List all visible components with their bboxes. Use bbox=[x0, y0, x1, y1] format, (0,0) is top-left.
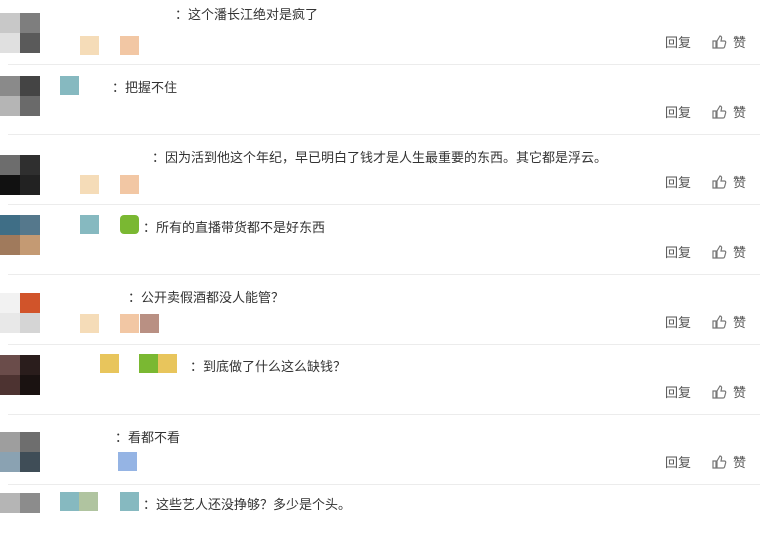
thumbs-up-icon bbox=[712, 314, 727, 329]
comment-text: ：把握不住 bbox=[112, 81, 178, 96]
avatar[interactable] bbox=[0, 215, 40, 255]
like-label: 赞 bbox=[732, 106, 746, 121]
avatar[interactable] bbox=[0, 155, 40, 195]
emoji bbox=[80, 36, 99, 55]
comment-actions: 回复 赞 bbox=[665, 102, 746, 121]
comment-text: ：所有的直播带货都不是好东西 bbox=[143, 221, 326, 236]
emoji bbox=[100, 354, 119, 373]
thumbs-up-icon bbox=[712, 104, 727, 119]
like-label: 赞 bbox=[732, 36, 746, 51]
like-button[interactable]: 赞 bbox=[711, 102, 746, 121]
emoji bbox=[80, 215, 99, 234]
comment-item: ：这些艺人还没挣够？多少是个头。 bbox=[0, 485, 768, 555]
comment-actions: 回复 赞 bbox=[665, 172, 746, 191]
like-label: 赞 bbox=[732, 456, 746, 471]
avatar[interactable] bbox=[0, 493, 40, 533]
emoji bbox=[60, 492, 79, 511]
like-button[interactable]: 赞 bbox=[711, 172, 746, 191]
like-button[interactable]: 赞 bbox=[711, 312, 746, 331]
emoji bbox=[60, 76, 79, 95]
comment-item: ：看都不看 回复 赞 bbox=[0, 415, 768, 485]
thumbs-up-icon bbox=[712, 384, 727, 399]
emoji bbox=[120, 215, 139, 234]
thumbs-up-icon bbox=[712, 174, 727, 189]
like-label: 赞 bbox=[732, 176, 746, 191]
like-label: 赞 bbox=[732, 246, 746, 261]
comment-actions: 回复 赞 bbox=[665, 382, 746, 401]
avatar[interactable] bbox=[0, 76, 40, 116]
emoji bbox=[120, 492, 139, 511]
comment-item: ：把握不住 回复 赞 bbox=[0, 65, 768, 135]
comment-text: ：这个潘长江绝对是疯了 bbox=[175, 8, 319, 23]
comment-text: ：这些艺人还没挣够？多少是个头。 bbox=[143, 498, 352, 513]
reply-button[interactable]: 回复 bbox=[665, 452, 691, 471]
reply-button[interactable]: 回复 bbox=[665, 312, 691, 331]
emoji bbox=[79, 492, 98, 511]
emoji bbox=[80, 314, 99, 333]
thumbs-up-icon bbox=[712, 34, 727, 49]
comment-text: ：因为活到他这个年纪，早已明白了钱才是人生最重要的东西。其它都是浮云。 bbox=[152, 151, 608, 166]
like-label: 赞 bbox=[732, 386, 746, 401]
comment-item: ：到底做了什么这么缺钱？ 回复 赞 bbox=[0, 345, 768, 415]
avatar[interactable] bbox=[0, 355, 40, 395]
thumbs-up-icon bbox=[712, 244, 727, 259]
reply-button[interactable]: 回复 bbox=[665, 32, 691, 51]
reply-button[interactable]: 回复 bbox=[665, 382, 691, 401]
comment-actions: 回复 赞 bbox=[665, 32, 746, 51]
like-button[interactable]: 赞 bbox=[711, 382, 746, 401]
like-button[interactable]: 赞 bbox=[711, 242, 746, 261]
emoji bbox=[120, 175, 139, 194]
comment-text: ：看都不看 bbox=[115, 431, 181, 446]
comment-item: ：这个潘长江绝对是疯了 回复 赞 bbox=[0, 0, 768, 65]
comment-actions: 回复 赞 bbox=[665, 312, 746, 331]
emoji bbox=[120, 314, 139, 333]
comment-item: ：所有的直播带货都不是好东西 回复 赞 bbox=[0, 205, 768, 275]
comment-actions: 回复 赞 bbox=[665, 242, 746, 261]
reply-button[interactable]: 回复 bbox=[665, 102, 691, 121]
thumbs-up-icon bbox=[712, 454, 727, 469]
comment-item: ：公开卖假酒都没人能管？ 回复 赞 bbox=[0, 275, 768, 345]
reply-button[interactable]: 回复 bbox=[665, 172, 691, 191]
avatar[interactable] bbox=[0, 432, 40, 472]
emoji bbox=[139, 354, 158, 373]
like-button[interactable]: 赞 bbox=[711, 32, 746, 51]
like-label: 赞 bbox=[732, 316, 746, 331]
emoji bbox=[120, 36, 139, 55]
avatar[interactable] bbox=[0, 13, 40, 53]
emoji bbox=[80, 175, 99, 194]
like-button[interactable]: 赞 bbox=[711, 452, 746, 471]
comment-item: ：因为活到他这个年纪，早已明白了钱才是人生最重要的东西。其它都是浮云。 回复 赞 bbox=[0, 135, 768, 205]
emoji bbox=[118, 452, 137, 471]
emoji bbox=[158, 354, 177, 373]
emoji bbox=[140, 314, 159, 333]
reply-button[interactable]: 回复 bbox=[665, 242, 691, 261]
comment-text: ：公开卖假酒都没人能管？ bbox=[128, 291, 285, 306]
comment-actions: 回复 赞 bbox=[665, 452, 746, 471]
comment-text: ：到底做了什么这么缺钱？ bbox=[190, 360, 347, 375]
avatar[interactable] bbox=[0, 293, 40, 333]
